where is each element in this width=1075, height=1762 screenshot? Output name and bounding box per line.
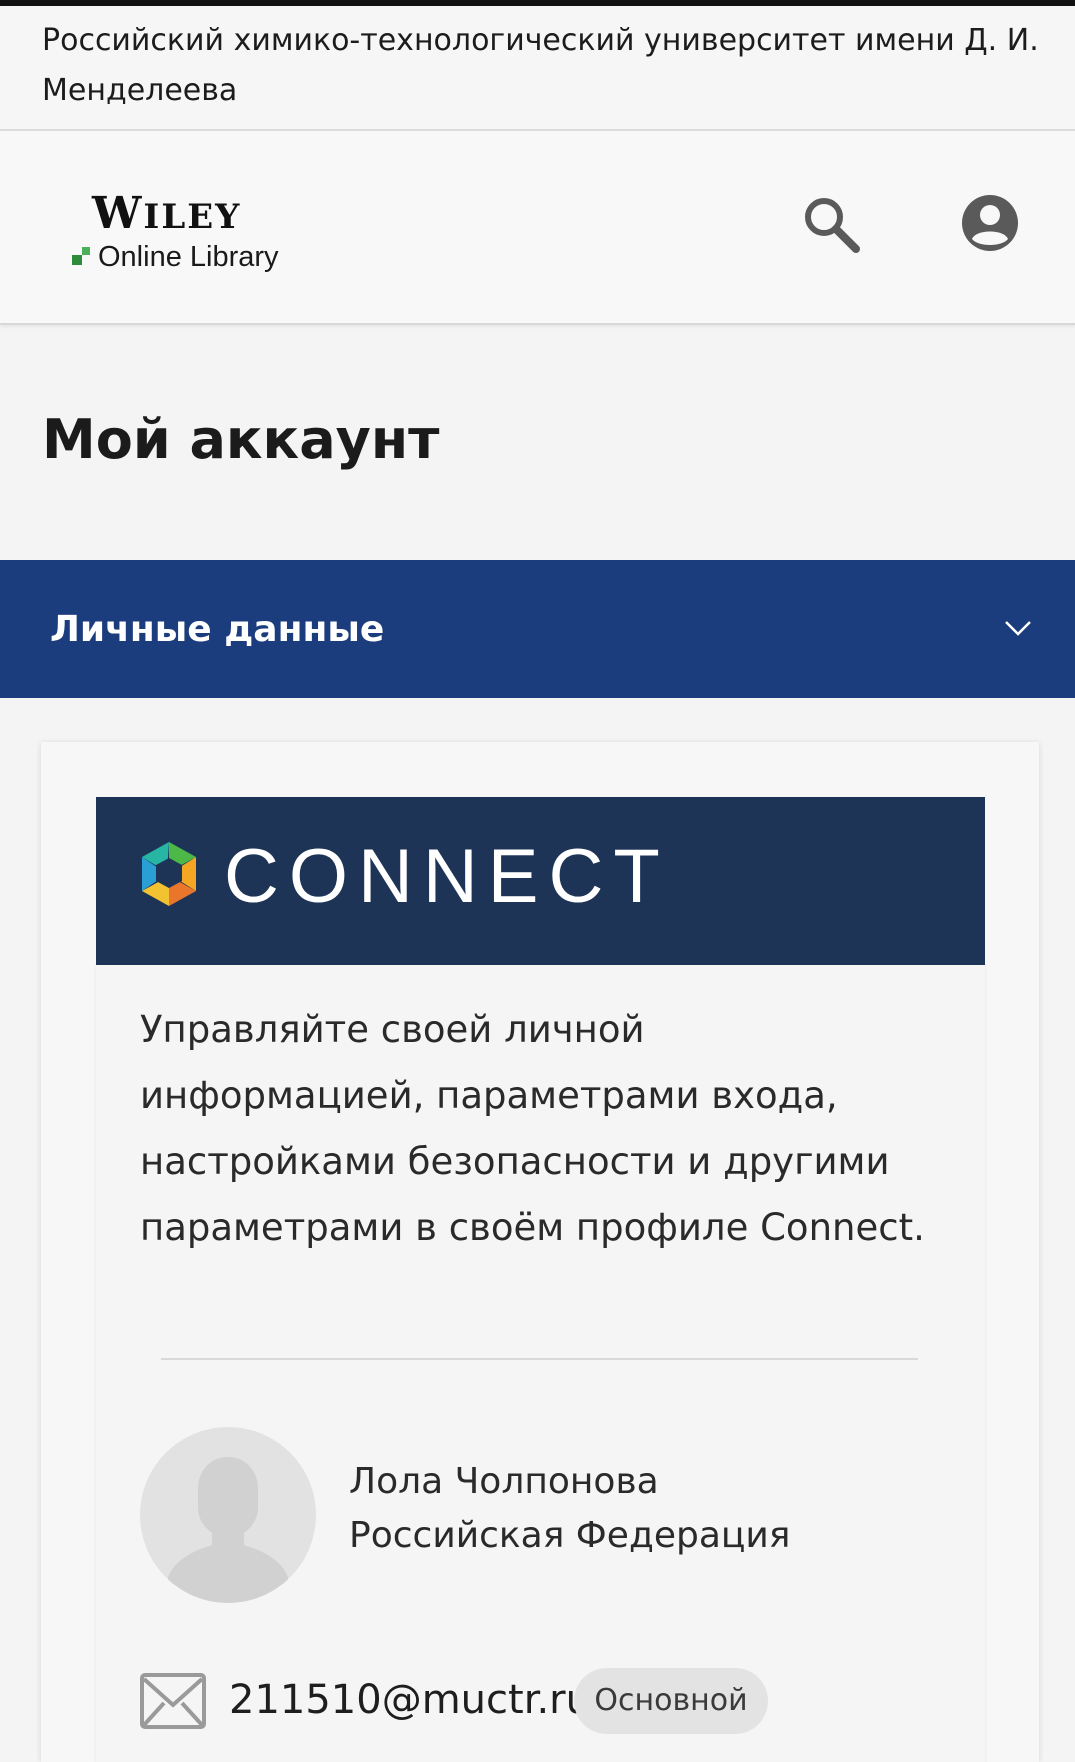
primary-email-badge: Основной <box>574 1668 768 1734</box>
connect-banner: CONNECT <box>96 797 985 965</box>
connect-profile-panel: Управляйте своей личной информацией, пар… <box>96 965 985 1762</box>
envelope-icon <box>140 1673 206 1729</box>
chevron-down-icon <box>1005 621 1031 636</box>
connect-card: CONNECT Управляйте своей личной информац… <box>41 742 1039 1762</box>
search-button[interactable] <box>800 193 864 257</box>
search-icon <box>805 198 860 253</box>
connect-description: Управляйте своей личной информацией, пар… <box>140 1008 925 1249</box>
logo-mark-icon <box>72 247 92 267</box>
divider <box>161 1358 918 1360</box>
email-address: 211510@muctr.ru <box>229 1677 591 1723</box>
wiley-online-library-logo[interactable]: WILEY Online Library <box>70 189 330 279</box>
personal-data-accordion[interactable]: Личные данные <box>0 560 1075 698</box>
avatar <box>140 1427 316 1603</box>
user-name: Лола Чолпонова <box>349 1461 659 1502</box>
site-header: WILEY Online Library <box>0 131 1075 325</box>
connect-brand-text: CONNECT <box>224 834 670 919</box>
institution-bar: Российский химико-технологический универ… <box>0 6 1075 131</box>
connect-logo-icon <box>142 842 196 906</box>
logo-subtitle: Online Library <box>98 241 279 273</box>
account-button[interactable] <box>958 191 1022 255</box>
logo-wordmark: WILEY <box>92 188 242 239</box>
page-title: Мой аккаунт <box>42 408 440 471</box>
institution-name: Российский химико-технологический универ… <box>42 23 1039 108</box>
accordion-label: Личные данные <box>50 609 385 650</box>
account-circle-icon <box>962 195 1018 251</box>
user-silhouette-icon <box>168 1457 288 1603</box>
user-country: Российская Федерация <box>349 1515 791 1556</box>
